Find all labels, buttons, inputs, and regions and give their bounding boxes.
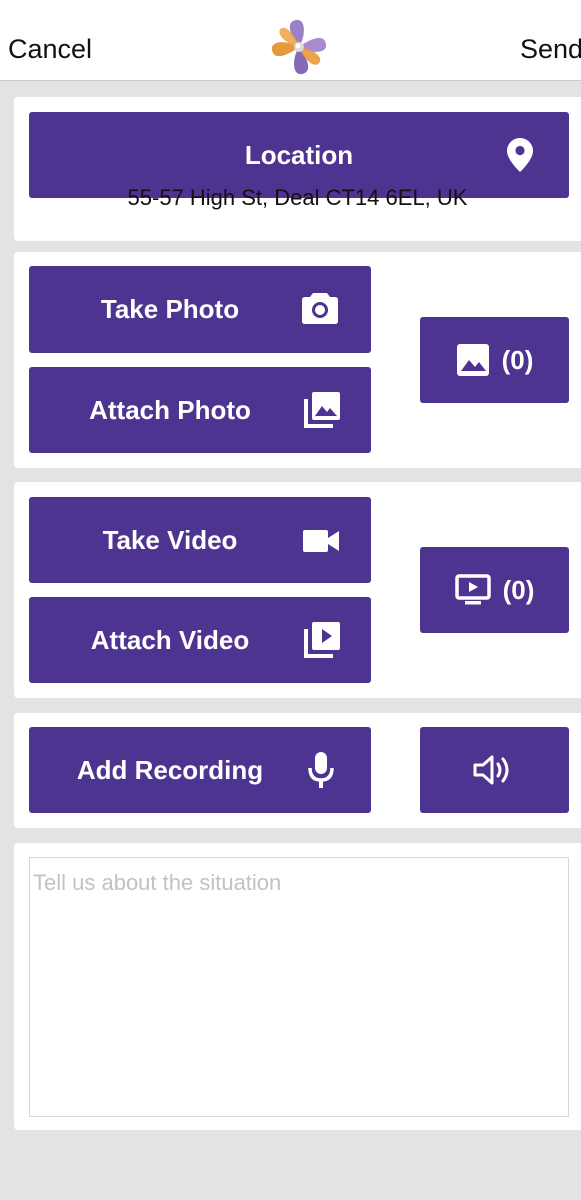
photo-count: (0)	[501, 344, 534, 375]
attach-video-button[interactable]: Attach Video	[29, 597, 371, 683]
take-photo-button[interactable]: Take Photo	[29, 266, 371, 353]
send-button[interactable]: Send	[520, 33, 581, 65]
map-pin-icon	[507, 138, 533, 172]
attach-photo-label: Attach Photo	[89, 394, 251, 425]
add-recording-button[interactable]: Add Recording	[29, 727, 371, 813]
microphone-icon	[307, 751, 335, 789]
video-card: Take Video Attach Video (0)	[14, 482, 581, 698]
image-icon	[456, 343, 490, 377]
video-camera-icon	[303, 529, 339, 553]
attach-photo-button[interactable]: Attach Photo	[29, 367, 371, 453]
take-photo-label: Take Photo	[100, 294, 240, 324]
situation-description-input[interactable]	[29, 857, 569, 1117]
add-recording-label: Add Recording	[76, 754, 264, 785]
camera-icon	[301, 291, 339, 325]
attach-video-label: Attach Video	[90, 624, 250, 655]
description-card	[14, 843, 581, 1130]
take-video-label: Take Video	[102, 524, 238, 555]
video-count: (0)	[502, 574, 535, 605]
video-library-icon	[303, 621, 341, 659]
video-screen-icon	[454, 574, 491, 606]
location-address: 55-57 High St, Deal CT14 6EL, UK	[127, 185, 468, 210]
play-recording-button[interactable]	[420, 727, 569, 813]
photo-card: Take Photo Attach Photo (0)	[14, 252, 581, 468]
location-card: Location 55-57 High St, Deal CT14 6EL, U…	[14, 97, 581, 241]
recording-card: Add Recording	[14, 713, 581, 828]
navigation-bar: Cancel Send	[0, 0, 581, 81]
photo-library-icon	[303, 391, 341, 429]
speaker-icon	[473, 754, 517, 786]
pinwheel-logo-icon	[271, 19, 327, 75]
photo-gallery-button[interactable]: (0)	[420, 317, 569, 403]
location-button-label: Location	[244, 139, 354, 170]
video-gallery-button[interactable]: (0)	[420, 547, 569, 633]
cancel-button[interactable]: Cancel	[8, 33, 92, 65]
take-video-button[interactable]: Take Video	[29, 497, 371, 583]
